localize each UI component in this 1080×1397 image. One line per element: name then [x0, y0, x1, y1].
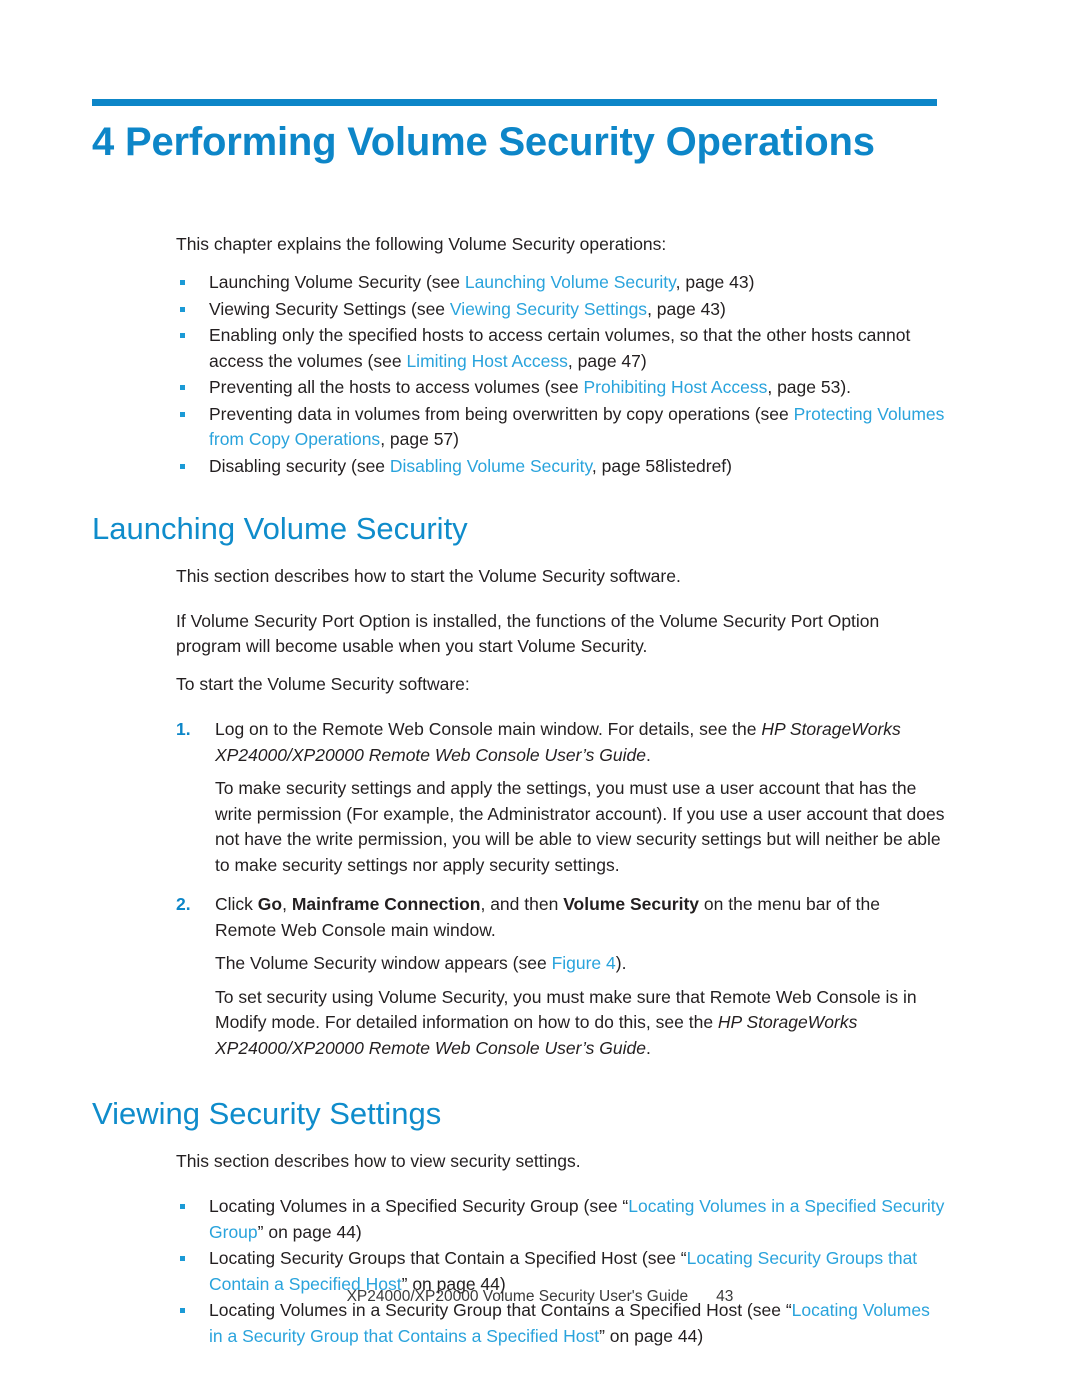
menu-label-mainframe-connection: Mainframe Connection: [291, 894, 481, 914]
cross-reference-link[interactable]: Disabling Volume Security: [390, 456, 592, 476]
bullet-text-pre: Locating Volumes in a Specified Security…: [209, 1196, 629, 1216]
step-subparagraph-figure: The Volume Security window appears (see …: [215, 951, 946, 977]
bullet-text-pre: Viewing Security Settings (see: [209, 298, 450, 319]
step-item-1: 1. Log on to the Remote Web Console main…: [176, 717, 946, 878]
step-text-click: Click: [215, 894, 258, 914]
intro-block: This chapter explains the following Volu…: [176, 232, 946, 479]
step-subparagraph-modify-mode: To set security using Volume Security, y…: [215, 985, 946, 1062]
bullet-text-post: ” on page 44): [599, 1325, 704, 1346]
cross-reference-link[interactable]: Prohibiting Host Access: [584, 377, 768, 397]
bullet-text-pre: Preventing all the hosts to access volum…: [209, 377, 584, 397]
bullet-text-post: , page 43): [647, 298, 726, 319]
list-item: Locating Volumes in a Specified Security…: [176, 1194, 946, 1245]
bullet-text-post: , page 53).: [767, 377, 852, 397]
step-text-post: .: [645, 744, 651, 765]
step-number: 1.: [176, 719, 191, 739]
bullet-text-post: , page 47): [567, 350, 647, 371]
launching-para-1: This section describes how to start the …: [176, 566, 681, 586]
step-item-2: 2. Click Go, Mainframe Connection, and t…: [176, 892, 946, 1061]
list-item: Launching Volume Security (see Launching…: [176, 270, 946, 296]
page-content: This chapter explains the following Volu…: [0, 232, 1080, 1350]
list-item: Viewing Security Settings (see Viewing S…: [176, 297, 946, 323]
bullet-text-pre: Locating Security Groups that Contain a …: [209, 1248, 687, 1268]
viewing-block: This section describes how to view secur…: [176, 1149, 946, 1349]
page-title: 4 Performing Volume Security Operations: [92, 120, 875, 164]
document-page: 4 Performing Volume Security Operations …: [0, 0, 1080, 1397]
chapter-rule: [92, 99, 937, 106]
intro-lead: This chapter explains the following Volu…: [176, 234, 667, 254]
list-item: Preventing all the hosts to access volum…: [176, 375, 946, 401]
cross-reference-link[interactable]: Viewing Security Settings: [450, 299, 647, 319]
section-heading-launching: Launching Volume Security: [92, 511, 468, 546]
bullet-text-post: , page 58listedref): [591, 455, 732, 476]
modify-text-post: .: [645, 1037, 651, 1058]
viewing-para-1: This section describes how to view secur…: [176, 1151, 581, 1171]
bullet-text-post: ” on page 44): [257, 1221, 362, 1242]
cross-reference-link[interactable]: Launching Volume Security: [465, 272, 676, 292]
step-text-pre: Log on to the Remote Web Console main wi…: [215, 719, 762, 739]
figure-text-pre: The Volume Security window appears (see: [215, 953, 552, 973]
figure-text-post: ).: [615, 953, 627, 973]
bullet-text-pre: Disabling security (see: [209, 455, 390, 476]
figure-reference-link[interactable]: Figure 4: [552, 953, 616, 973]
menu-label-go: Go: [257, 894, 283, 914]
launching-block: This section describes how to start the …: [176, 564, 946, 1061]
bullet-text-pre: Launching Volume Security (see: [209, 272, 465, 292]
intro-bullet-list: Launching Volume Security (see Launching…: [176, 270, 946, 479]
list-item: Preventing data in volumes from being ov…: [176, 402, 946, 453]
bullet-text-pre: Preventing data in volumes from being ov…: [209, 403, 794, 424]
footer-guide-title: XP24000/XP20000 Volume Security User's G…: [346, 1288, 689, 1305]
list-item: Disabling security (see Disabling Volume…: [176, 454, 946, 480]
footer-page-number: 43: [716, 1288, 734, 1305]
bullet-text-post: , page 43): [675, 272, 755, 292]
bullet-text-post: , page 57): [380, 429, 459, 449]
page-footer: XP24000/XP20000 Volume Security User's G…: [0, 1288, 1080, 1306]
launching-step-list: 1. Log on to the Remote Web Console main…: [176, 717, 946, 1061]
launching-para-2: If Volume Security Port Option is instal…: [176, 611, 880, 656]
step-subparagraph: To make security settings and apply the …: [215, 778, 945, 875]
menu-label-volume-security: Volume Security: [563, 894, 700, 914]
section-heading-viewing: Viewing Security Settings: [92, 1096, 442, 1131]
step-sep-2: , and then: [480, 894, 564, 914]
step-sep-1: ,: [282, 894, 292, 914]
viewing-bullet-list: Locating Volumes in a Specified Security…: [176, 1194, 946, 1349]
list-item: Enabling only the specified hosts to acc…: [176, 323, 946, 374]
cross-reference-link[interactable]: Limiting Host Access: [406, 351, 567, 371]
step-number: 2.: [176, 894, 191, 914]
launching-para-3: To start the Volume Security software:: [176, 674, 470, 694]
